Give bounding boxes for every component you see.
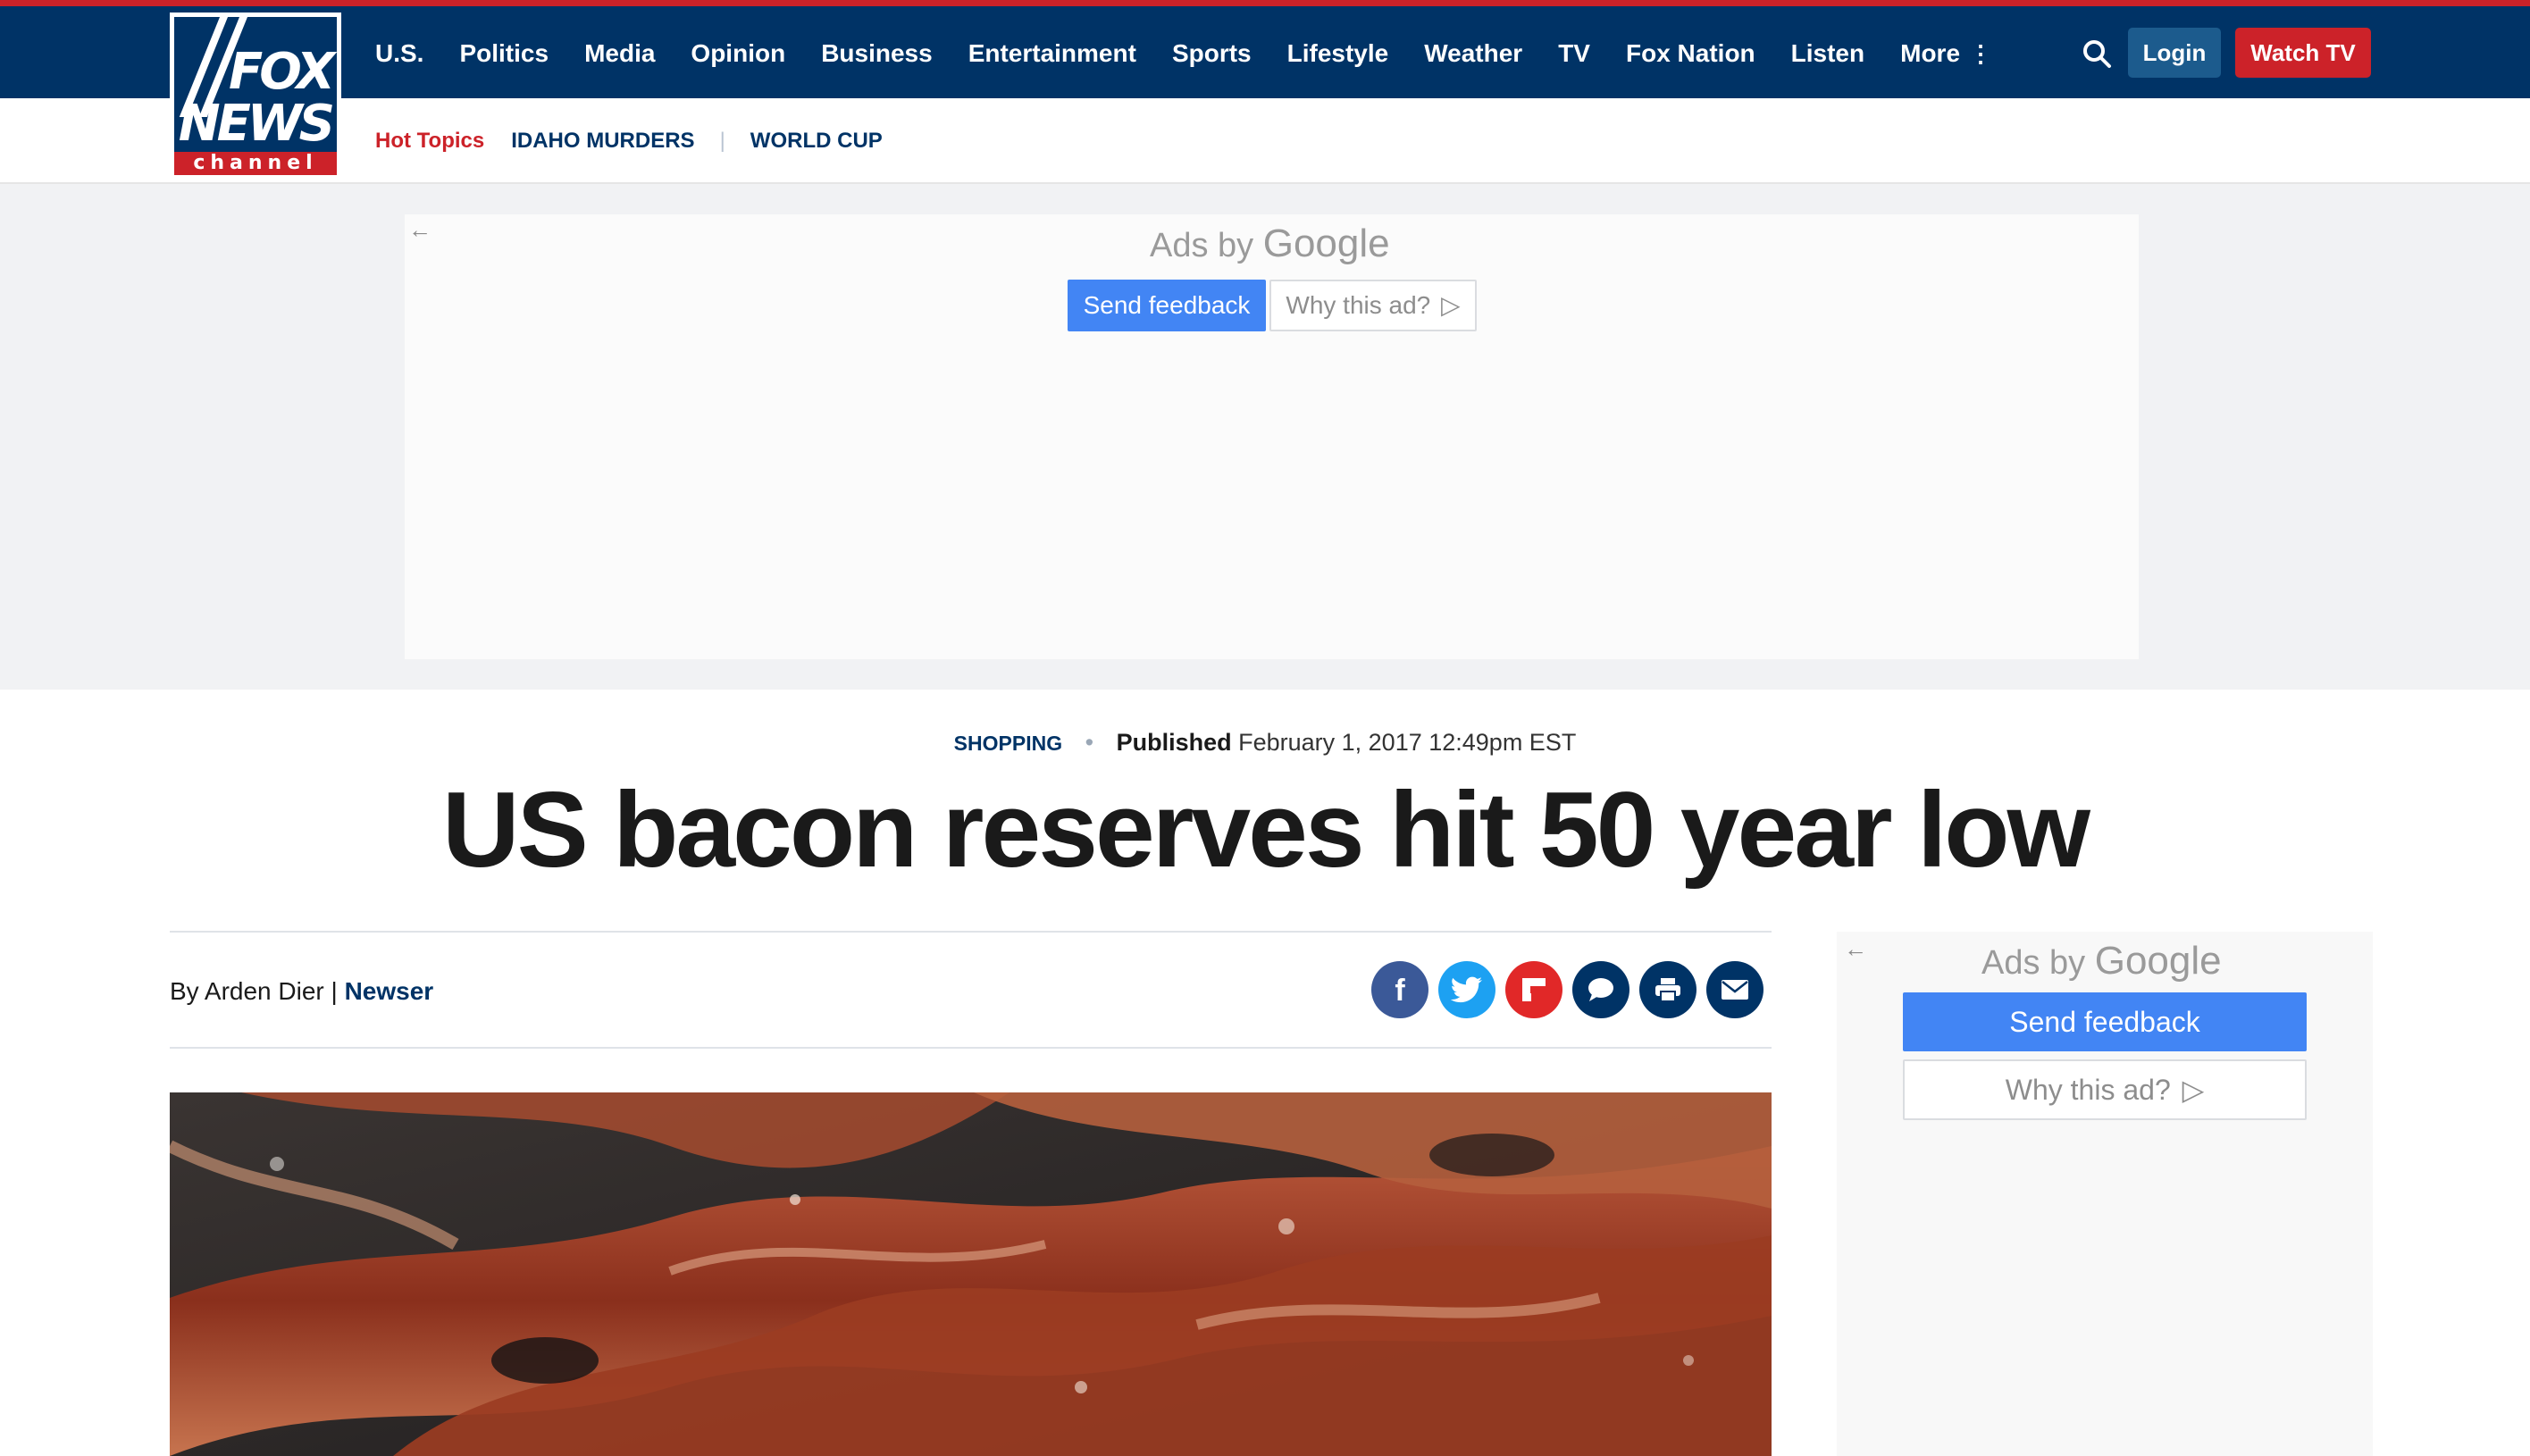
- bacon-photo: [170, 1092, 1772, 1456]
- why-this-ad-button[interactable]: Why this ad? ▷: [1269, 280, 1477, 331]
- watch-tv-button[interactable]: Watch TV: [2235, 28, 2371, 78]
- top-navigation-bar: U.S. Politics Media Opinion Business Ent…: [0, 0, 2530, 98]
- top-ad-container: ← Ads by Google Send feedback Why this a…: [405, 214, 2139, 659]
- twitter-icon[interactable]: [1438, 961, 1495, 1018]
- google-wordmark: Google: [1262, 222, 1390, 265]
- logo-mark: FOX NEWS channel: [174, 17, 337, 175]
- ads-by-text: Ads by: [1981, 944, 2086, 982]
- share-buttons: f: [1371, 961, 1763, 1018]
- nav-item-entertainment[interactable]: Entertainment: [968, 39, 1136, 68]
- nav-item-listen[interactable]: Listen: [1791, 39, 1864, 68]
- flipboard-icon[interactable]: [1505, 961, 1562, 1018]
- hot-topics-label: Hot Topics: [375, 129, 485, 153]
- byline: By Arden Dier | Newser: [170, 977, 433, 1006]
- topic-world-cup[interactable]: WORLD CUP: [750, 129, 883, 154]
- topic-idaho-murders[interactable]: IDAHO MURDERS: [511, 129, 694, 154]
- send-feedback-button[interactable]: Send feedback: [1068, 280, 1266, 331]
- byline-source-link[interactable]: Newser: [345, 977, 434, 1005]
- facebook-icon[interactable]: f: [1371, 961, 1428, 1018]
- login-button[interactable]: Login: [2128, 28, 2221, 78]
- article-headline: US bacon reserves hit 50 year low: [442, 770, 2090, 890]
- divider: [170, 931, 1772, 933]
- ads-by-google-label: Ads by Google: [1150, 222, 1390, 266]
- topic-separator: |: [719, 129, 725, 153]
- why-this-ad-label: Why this ad?: [1286, 291, 1431, 319]
- ad-back-arrow-icon[interactable]: ←: [1844, 935, 1867, 963]
- logo-word-news: NEWS: [178, 95, 335, 153]
- ads-by-google-label: Ads by Google: [1981, 939, 2222, 983]
- nav-item-fox-nation[interactable]: Fox Nation: [1626, 39, 1755, 68]
- hot-topics-row: Hot Topics IDAHO MURDERS | WORLD CUP: [375, 129, 883, 154]
- nav-item-tv[interactable]: TV: [1558, 39, 1590, 68]
- nav-more-label: More: [1900, 39, 1961, 67]
- byline-author: By Arden Dier |: [170, 977, 338, 1005]
- published-label: Published: [1116, 729, 1232, 756]
- logo-channel-bar: channel: [174, 152, 337, 175]
- why-this-ad-label: Why this ad?: [2005, 1074, 2171, 1106]
- kebab-menu-icon: ⋮: [1969, 40, 1993, 67]
- meta-dot: •: [1085, 729, 1094, 756]
- svg-text:f: f: [1395, 975, 1405, 1005]
- search-icon[interactable]: [2082, 38, 2112, 69]
- article-meta: SHOPPING • Published February 1, 2017 12…: [0, 729, 2530, 757]
- nav-item-opinion[interactable]: Opinion: [691, 39, 785, 68]
- published-date: February 1, 2017 12:49pm EST: [1238, 729, 1577, 756]
- nav-item-us[interactable]: U.S.: [375, 39, 423, 68]
- print-icon[interactable]: [1639, 961, 1696, 1018]
- fox-news-logo[interactable]: FOX NEWS channel: [170, 13, 341, 180]
- nav-item-politics[interactable]: Politics: [459, 39, 549, 68]
- nav-item-more[interactable]: More ⋮: [1900, 39, 1992, 68]
- why-this-ad-button[interactable]: Why this ad? ▷: [1903, 1059, 2307, 1120]
- main-nav: U.S. Politics Media Opinion Business Ent…: [375, 39, 2028, 68]
- send-feedback-button[interactable]: Send feedback: [1903, 992, 2307, 1051]
- play-triangle-icon: ▷: [2182, 1074, 2205, 1106]
- sidebar-ad-container: ← Ads by Google Send feedback Why this a…: [1837, 932, 2373, 1456]
- nav-item-business[interactable]: Business: [821, 39, 933, 68]
- divider: [170, 1047, 1772, 1049]
- email-icon[interactable]: [1706, 961, 1763, 1018]
- ad-back-arrow-icon[interactable]: ←: [408, 216, 431, 244]
- category-link[interactable]: SHOPPING: [954, 732, 1062, 755]
- logo-word-fox: FOX: [228, 43, 335, 101]
- bacon-illustration: [170, 1092, 1772, 1456]
- nav-item-weather[interactable]: Weather: [1424, 39, 1522, 68]
- ads-by-text: Ads by: [1150, 227, 1254, 264]
- nav-item-sports[interactable]: Sports: [1172, 39, 1252, 68]
- google-wordmark: Google: [2094, 939, 2222, 983]
- hot-topics-bar: Hot Topics IDAHO MURDERS | WORLD CUP: [0, 98, 2530, 184]
- nav-item-lifestyle[interactable]: Lifestyle: [1287, 39, 1389, 68]
- comments-icon[interactable]: [1572, 961, 1629, 1018]
- nav-item-media[interactable]: Media: [584, 39, 655, 68]
- play-triangle-icon: ▷: [1441, 291, 1461, 319]
